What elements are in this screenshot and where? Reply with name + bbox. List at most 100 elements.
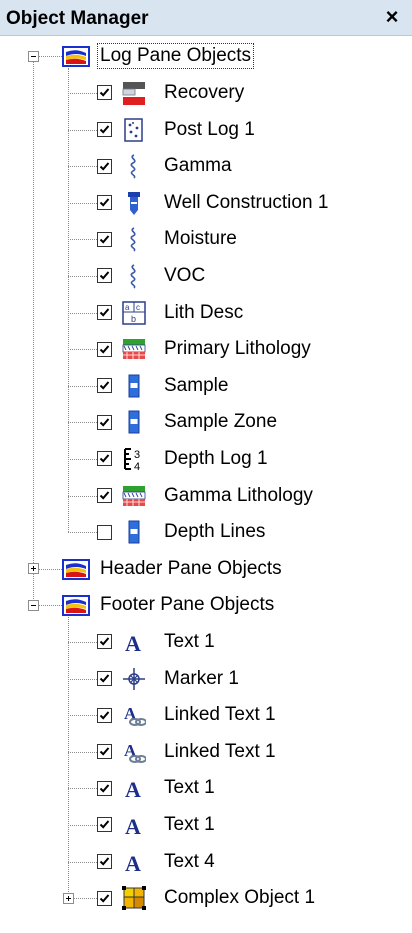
visibility-checkbox[interactable] [97, 744, 112, 760]
tree-connector [68, 617, 69, 899]
text-icon: A [122, 775, 146, 802]
panel-title: Object Manager [6, 8, 149, 29]
tree-item-label[interactable]: Lith Desc [164, 300, 243, 326]
recovery-icon [122, 80, 146, 106]
visibility-checkbox[interactable] [97, 158, 112, 174]
depth-log-icon: 34 [122, 446, 146, 473]
tree-item-label[interactable]: Text 4 [164, 849, 215, 875]
expand-toggle-icon[interactable] [28, 563, 39, 575]
sample-icon [122, 409, 146, 435]
text-icon: A [122, 849, 146, 876]
tree-connector [68, 495, 97, 497]
tree-item-label[interactable]: Text 1 [164, 812, 215, 838]
tree-item-label[interactable]: Well Construction 1 [164, 190, 328, 216]
svg-text:c: c [136, 303, 140, 312]
visibility-checkbox[interactable] [97, 671, 112, 686]
visibility-checkbox[interactable] [97, 634, 112, 650]
pane-group-icon [62, 557, 90, 581]
tree-item-label[interactable]: Primary Lithology [164, 336, 311, 362]
visibility-checkbox[interactable] [97, 195, 112, 211]
svg-text:3: 3 [134, 449, 140, 461]
complex-object-icon [122, 885, 146, 911]
group-label[interactable]: Footer Pane Objects [100, 592, 274, 618]
tree-item-label[interactable]: Text 1 [164, 629, 215, 655]
visibility-checkbox[interactable] [97, 524, 112, 540]
curve-icon [122, 153, 146, 179]
sample-icon [122, 373, 146, 399]
visibility-checkbox[interactable] [97, 890, 112, 906]
lithology-icon [122, 483, 146, 509]
lith-desc-icon: acb [122, 300, 146, 326]
tree-item-label[interactable]: Moisture [164, 226, 237, 252]
text-icon: A [122, 812, 146, 839]
collapse-toggle-icon[interactable] [28, 599, 39, 611]
lithology-icon [122, 336, 146, 362]
svg-text:A: A [125, 814, 141, 838]
object-manager-panel: Object Manager × Log Pane Objects Recover… [0, 0, 412, 933]
tree-item-label[interactable]: Recovery [164, 80, 244, 106]
visibility-checkbox[interactable] [97, 231, 112, 247]
group-label[interactable]: Header Pane Objects [100, 556, 282, 582]
tree-item-label[interactable]: Text 1 [164, 775, 215, 801]
title-bar: Object Manager × [0, 0, 412, 36]
visibility-checkbox[interactable] [97, 378, 112, 394]
tree-connector [68, 715, 97, 717]
group-label[interactable]: Log Pane Objects [97, 43, 255, 70]
tree-connector [68, 751, 97, 753]
tree-connector [68, 68, 69, 533]
tree-item-label[interactable]: Sample Zone [164, 409, 277, 435]
tree-connector [68, 788, 97, 790]
tree-connector [68, 129, 97, 131]
tree-item-label[interactable]: Gamma Lithology [164, 483, 313, 509]
visibility-checkbox[interactable] [97, 122, 112, 137]
svg-text:4: 4 [134, 461, 140, 472]
visibility-checkbox[interactable] [97, 85, 112, 101]
tree-item-label[interactable]: Depth Lines [164, 519, 265, 545]
tree-item-label[interactable]: Linked Text 1 [164, 702, 276, 728]
tree-item-label[interactable]: Gamma [164, 153, 232, 179]
tree-connector [68, 385, 97, 387]
visibility-checkbox[interactable] [97, 451, 112, 467]
svg-text:A: A [125, 777, 141, 801]
tree-connector [68, 861, 97, 863]
pane-group-icon [62, 44, 90, 68]
tree-item-label[interactable]: Linked Text 1 [164, 739, 276, 765]
tree-item-label[interactable]: Depth Log 1 [164, 446, 268, 472]
tree-connector [68, 422, 97, 424]
visibility-checkbox[interactable] [97, 305, 112, 320]
visibility-checkbox[interactable] [97, 488, 112, 503]
pane-group-icon [62, 593, 90, 617]
expand-toggle-icon[interactable] [63, 892, 74, 904]
tree-connector [68, 458, 97, 460]
visibility-checkbox[interactable] [97, 817, 112, 833]
text-icon: A [122, 629, 146, 656]
visibility-checkbox[interactable] [97, 341, 112, 357]
tree-item-label[interactable]: Post Log 1 [164, 117, 255, 143]
tree-item-label[interactable]: Marker 1 [164, 666, 239, 692]
tree-connector [68, 824, 97, 826]
visibility-checkbox[interactable] [97, 854, 112, 869]
collapse-toggle-icon[interactable] [28, 50, 39, 62]
linked-text-icon: A [122, 739, 147, 765]
tree-connector [68, 678, 97, 680]
tree-item-label[interactable]: Sample [164, 373, 228, 399]
svg-text:a: a [125, 303, 130, 312]
tree-connector [68, 349, 97, 351]
marker-icon [122, 666, 146, 692]
tree-item-label[interactable]: Complex Object 1 [164, 885, 315, 911]
visibility-checkbox[interactable] [97, 268, 112, 284]
close-icon[interactable]: × [380, 4, 404, 30]
curve-icon [122, 263, 146, 289]
tree-connector [68, 202, 97, 204]
tree-item-label[interactable]: VOC [164, 263, 205, 289]
tree-connector [68, 92, 97, 94]
visibility-checkbox[interactable] [97, 707, 112, 723]
tree-connector [33, 62, 34, 600]
visibility-checkbox[interactable] [97, 780, 112, 796]
visibility-checkbox[interactable] [97, 414, 112, 430]
tree-connector [68, 312, 97, 314]
curve-icon [122, 226, 146, 252]
tree-connector [68, 641, 97, 643]
object-tree: Log Pane Objects Recovery Post Log 1 Gamma W… [0, 36, 412, 933]
tree-connector [39, 605, 62, 607]
